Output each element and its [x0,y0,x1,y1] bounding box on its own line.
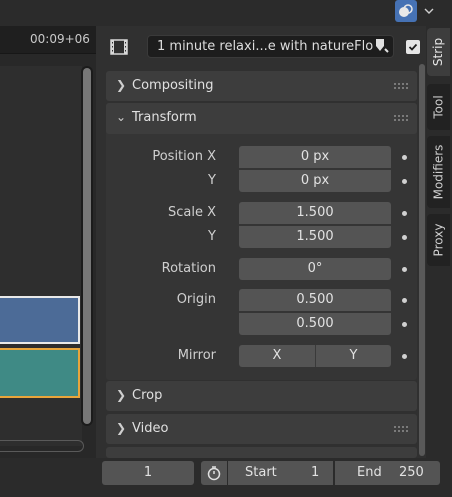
mirror-y-toggle[interactable]: Y [315,345,391,367]
position-y-label: Y [208,173,216,188]
image-strip[interactable] [0,296,80,344]
chevron-down-icon [424,8,434,14]
timecode: 00:09+06 [30,32,90,46]
position-x-field[interactable]: 0 px [239,146,391,168]
keyframe-dot[interactable] [402,298,407,303]
strip-filmstrip-icon [110,39,128,55]
strip-enable-checkbox[interactable] [406,40,420,54]
chevron-right-icon: ❯ [116,421,127,435]
scale-y-field[interactable]: 1.500 [239,226,391,248]
movie-strip-selected[interactable] [0,348,80,398]
crop-title: Crop [132,388,163,403]
transform-title: Transform [132,110,197,125]
strip-header: 1 minute relaxi...e with natureFlo [106,34,420,60]
scale-y-label: Y [208,229,216,244]
checkmark-icon [408,43,418,51]
timeline-area[interactable]: 00:09+06 [0,26,96,458]
vertical-scrollbar[interactable] [81,66,93,426]
use-preview-range-button[interactable] [201,461,227,485]
stopwatch-icon [207,466,221,481]
compositing-panel-header[interactable]: ❯ Compositing [106,71,417,101]
origin-label: Origin [176,292,216,307]
end-frame-field[interactable]: End 250 [335,461,440,485]
tab-strip[interactable]: Strip [427,28,450,76]
keyframe-dot[interactable] [402,211,407,216]
overlay-toggle-button[interactable] [395,0,417,22]
start-value: 1 [311,465,320,480]
scale-x-field[interactable]: 1.500 [239,202,391,224]
rotation-field[interactable]: 0° [239,258,391,280]
start-frame-field[interactable]: Start 1 [228,461,333,485]
blender-sequencer: 00:09+06 1 minute relaxi...e with nature… [0,0,452,497]
chevron-right-icon: ❯ [116,388,127,402]
scrollbar-thumb[interactable] [83,68,91,424]
mirror-label: Mirror [177,348,216,363]
crop-panel-header[interactable]: ❯ Crop [106,381,417,411]
rotation-label: Rotation [161,261,216,276]
chevron-down-icon: ⌄ [116,110,127,124]
position-y-field[interactable]: 0 px [239,170,391,192]
panel-scrollbar[interactable] [419,64,425,456]
origin-y-field[interactable]: 0.500 [239,313,391,335]
origin-x-field[interactable]: 0.500 [239,289,391,311]
playback-footer: 1 Start 1 End 250 [0,458,452,497]
video-panel-header[interactable]: ❯ Video [106,414,417,444]
grip-icon[interactable] [393,425,409,433]
current-frame-field[interactable]: 1 [102,461,194,485]
tab-tool[interactable]: Tool [427,84,450,130]
scale-x-label: Scale X [167,205,216,220]
panel-scrollbar-thumb[interactable] [419,64,425,456]
top-header [0,0,452,26]
grip-icon[interactable] [393,82,409,90]
keyframe-dot[interactable] [402,235,407,240]
end-label: End [357,465,382,480]
transform-panel: ⌄ Transform Position X 0 px Y 0 px Scale… [106,103,417,380]
compositing-title: Compositing [132,78,214,93]
video-title: Video [132,421,169,436]
start-label: Start [245,465,277,480]
keyframe-dot[interactable] [402,354,407,359]
keyframe-dot[interactable] [402,179,407,184]
keyframe-dot[interactable] [402,155,407,160]
timeline-ruler[interactable]: 00:09+06 [0,26,96,54]
mirror-x-toggle[interactable]: X [239,345,315,367]
next-panel-header[interactable] [106,447,417,458]
strip-name-field[interactable]: 1 minute relaxi...e with natureFlo [147,35,394,58]
chevron-right-icon: ❯ [116,78,127,92]
keyframe-dot[interactable] [402,322,407,327]
overlay-icon [399,4,413,17]
end-value: 250 [399,465,424,480]
sidebar-tabs: Strip Tool Modifiers Proxy [426,26,452,458]
grip-icon[interactable] [393,114,409,122]
tab-proxy[interactable]: Proxy [427,214,450,266]
sidebar-panel: 1 minute relaxi...e with natureFlo ❯ Com… [96,26,426,458]
keyframe-dot[interactable] [402,267,407,272]
transform-panel-header[interactable]: ⌄ Transform [106,103,417,134]
tab-modifiers[interactable]: Modifiers [427,136,450,208]
overlay-dropdown[interactable] [420,2,438,20]
color-tag-icon[interactable] [374,37,390,53]
horizontal-scrollbar[interactable] [0,440,84,452]
position-x-label: Position X [152,149,216,164]
